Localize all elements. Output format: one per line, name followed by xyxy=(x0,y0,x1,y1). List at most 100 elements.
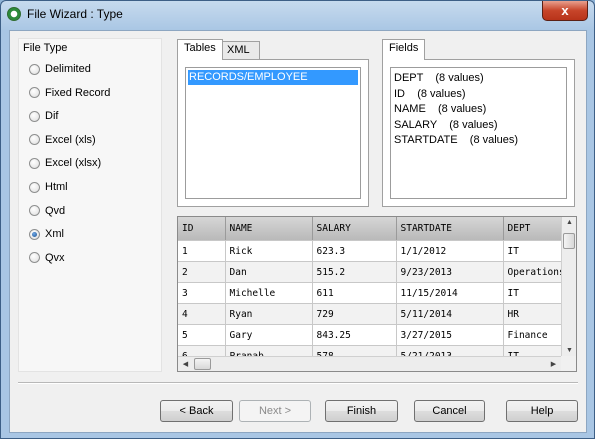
table-cell: 4 xyxy=(178,303,226,325)
tab-xml[interactable]: XML xyxy=(220,41,260,59)
table-cell: 11/15/2014 xyxy=(396,282,504,304)
radio-button-icon[interactable] xyxy=(29,134,40,146)
scroll-up-arrow-icon[interactable]: ▲ xyxy=(562,219,576,226)
radio-button-icon[interactable] xyxy=(29,110,40,122)
cancel-button[interactable]: Cancel xyxy=(414,400,485,422)
tab-tables[interactable]: Tables xyxy=(177,39,223,60)
field-list-item[interactable]: NAME (8 values) xyxy=(394,102,486,117)
table-cell: IT xyxy=(503,240,570,262)
tables-list[interactable]: RECORDS/EMPLOYEE xyxy=(185,67,361,199)
qlikview-app-icon xyxy=(7,7,21,21)
next-button[interactable]: Next > xyxy=(239,400,311,422)
fields-list[interactable]: DEPT (8 values) ID (8 values) NAME (8 valu… xyxy=(390,67,567,199)
grid-horizontal-scroll-thumb[interactable] xyxy=(194,358,211,370)
table-cell: 9/23/2013 xyxy=(396,261,504,283)
radio-button-icon[interactable] xyxy=(29,63,40,75)
table-cell: 1 xyxy=(178,240,226,262)
table-cell: Ryan xyxy=(225,303,313,325)
file-type-option-label: Dif xyxy=(45,110,59,123)
tab-fields[interactable]: Fields xyxy=(382,39,426,60)
file-type-option-html[interactable]: Html xyxy=(29,179,68,195)
tables-tab-panel: RECORDS/EMPLOYEE xyxy=(177,59,369,207)
file-type-option-xml[interactable]: Xml xyxy=(29,226,64,242)
fields-tab-panel: DEPT (8 values) ID (8 values) NAME (8 valu… xyxy=(382,59,575,207)
table-cell: 729 xyxy=(312,303,397,325)
column-header[interactable]: SALARY xyxy=(312,217,397,241)
column-header[interactable]: ID xyxy=(178,217,226,241)
file-type-option-label: Excel (xls) xyxy=(45,133,96,146)
file-type-option-label: Qvd xyxy=(45,204,66,217)
grid-vertical-scrollbar[interactable]: ▲ ▼ xyxy=(561,217,576,356)
wizard-body: File Type Delimited Fixed Record Dif Excel … xyxy=(9,30,587,433)
table-cell: HR xyxy=(503,303,570,325)
file-type-option-label: Excel (xlsx) xyxy=(45,157,102,170)
table-cell: 843.25 xyxy=(312,324,397,346)
data-preview-grid[interactable]: ID NAME SALARY STARTDATE DEPT 1 Rick 623.3 1/1/… xyxy=(177,216,577,372)
back-button[interactable]: < Back xyxy=(160,400,233,422)
table-row[interactable]: 3 Michelle 611 11/15/2014 IT xyxy=(178,282,570,304)
table-cell: Rick xyxy=(225,240,313,262)
radio-button-icon[interactable] xyxy=(29,228,40,240)
table-row[interactable]: 1 Rick 623.3 1/1/2012 IT xyxy=(178,240,570,262)
file-wizard-window: File Wizard : Type x File Type Delimited… xyxy=(0,0,595,439)
table-row[interactable]: 5 Gary 843.25 3/27/2015 Finance xyxy=(178,324,570,346)
table-cell: 5/11/2014 xyxy=(396,303,504,325)
column-header[interactable]: STARTDATE xyxy=(396,217,504,241)
file-type-option-fixed-record[interactable]: Fixed Record xyxy=(29,85,110,101)
finish-button[interactable]: Finish xyxy=(325,400,398,422)
radio-button-icon[interactable] xyxy=(29,205,40,217)
grid-vertical-scroll-thumb[interactable] xyxy=(563,233,575,249)
scroll-corner xyxy=(561,356,576,371)
field-list-item[interactable]: DEPT (8 values) xyxy=(394,71,484,86)
scroll-down-arrow-icon[interactable]: ▼ xyxy=(562,347,576,354)
table-cell: 2 xyxy=(178,261,226,283)
table-cell: Michelle xyxy=(225,282,313,304)
window-title: File Wizard : Type xyxy=(27,7,123,21)
grid-horizontal-scrollbar[interactable]: ◀ ▶ xyxy=(178,356,561,371)
table-cell: 623.3 xyxy=(312,240,397,262)
file-type-group: File Type Delimited Fixed Record Dif Excel … xyxy=(18,38,162,372)
table-cell: Finance xyxy=(503,324,570,346)
file-type-option-qvd[interactable]: Qvd xyxy=(29,203,65,219)
help-button[interactable]: Help xyxy=(506,400,578,422)
radio-button-icon[interactable] xyxy=(29,157,40,169)
table-cell: Dan xyxy=(225,261,313,283)
column-header[interactable]: NAME xyxy=(225,217,313,241)
file-type-option-label: Fixed Record xyxy=(45,86,111,99)
preview-table: ID NAME SALARY STARTDATE DEPT 1 Rick 623.3 1/1/… xyxy=(178,217,570,367)
file-type-option-label: Delimited xyxy=(45,63,91,75)
file-type-option-label: Html xyxy=(45,181,68,193)
file-type-option-qvx[interactable]: Qvx xyxy=(29,250,65,266)
file-type-option-label: Xml xyxy=(45,228,64,241)
file-type-option-label: Qvx xyxy=(45,251,65,264)
close-window-button[interactable]: x xyxy=(542,1,588,21)
field-list-item[interactable]: STARTDATE (8 values) xyxy=(394,133,518,148)
table-cell: 1/1/2012 xyxy=(396,240,504,262)
table-cell: Gary xyxy=(225,324,313,346)
file-type-option-delimited[interactable]: Delimited xyxy=(29,61,91,77)
file-type-label: File Type xyxy=(23,42,68,54)
table-cell: IT xyxy=(503,282,570,304)
title-bar[interactable]: File Wizard : Type x xyxy=(1,1,594,29)
radio-button-icon[interactable] xyxy=(29,87,40,99)
scroll-left-arrow-icon[interactable]: ◀ xyxy=(178,360,193,368)
table-cell: 3 xyxy=(178,282,226,304)
table-row[interactable]: 4 Ryan 729 5/11/2014 HR xyxy=(178,303,570,325)
table-cell: 611 xyxy=(312,282,397,304)
file-type-option-excel-xlsx[interactable]: Excel (xlsx) xyxy=(29,155,101,171)
file-type-option-excel-xls[interactable]: Excel (xls) xyxy=(29,132,96,148)
table-item-records-employee[interactable]: RECORDS/EMPLOYEE xyxy=(188,70,358,85)
table-cell: 3/27/2015 xyxy=(396,324,504,346)
file-type-option-dif[interactable]: Dif xyxy=(29,108,58,124)
table-cell: 515.2 xyxy=(312,261,397,283)
field-list-item[interactable]: ID (8 values) xyxy=(394,87,466,102)
button-separator xyxy=(18,382,578,384)
radio-button-icon[interactable] xyxy=(29,252,40,264)
radio-button-icon[interactable] xyxy=(29,181,40,193)
column-header[interactable]: DEPT xyxy=(503,217,570,241)
field-list-item[interactable]: SALARY (8 values) xyxy=(394,118,498,133)
table-cell: Operations xyxy=(503,261,570,283)
table-cell: 5 xyxy=(178,324,226,346)
table-row[interactable]: 2 Dan 515.2 9/23/2013 Operations xyxy=(178,261,570,283)
scroll-right-arrow-icon[interactable]: ▶ xyxy=(546,360,561,368)
